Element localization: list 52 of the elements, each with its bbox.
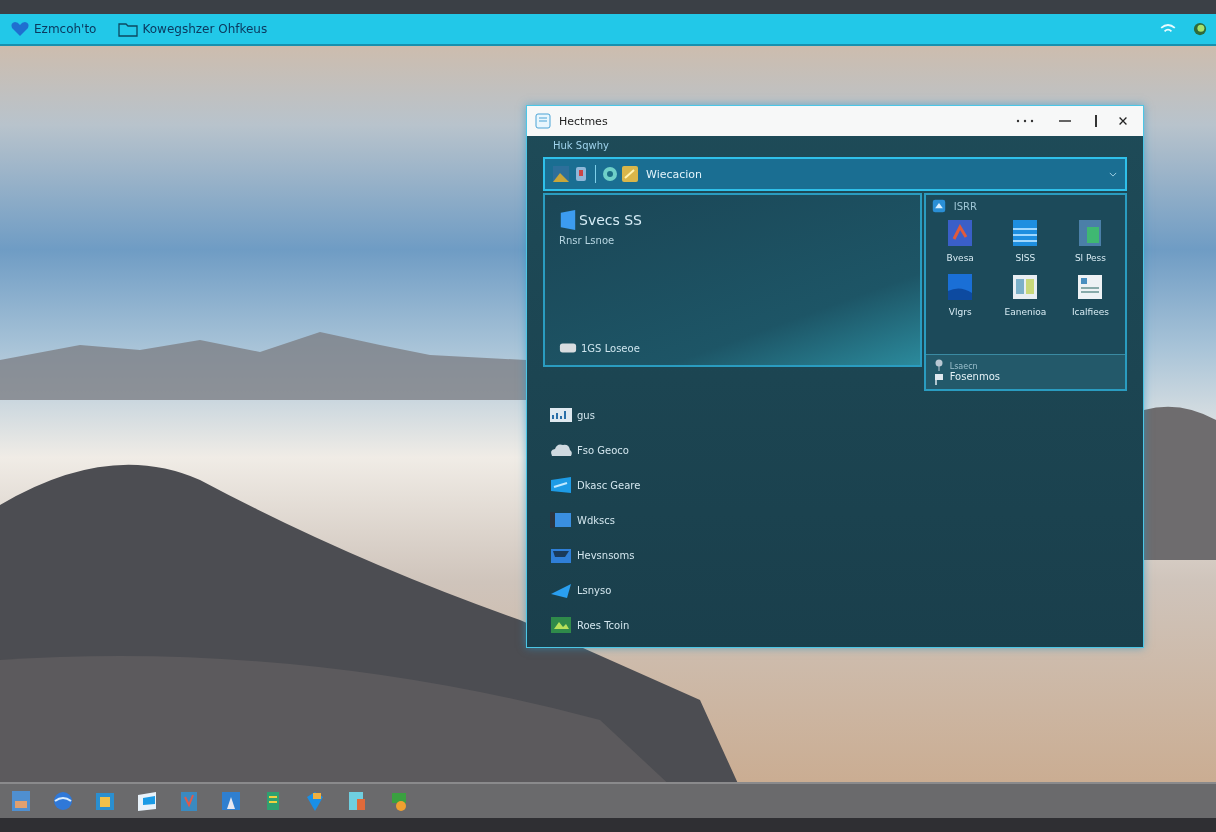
app-icon [946,273,975,301]
photo-icon [549,615,573,635]
footer-caption: Lsaecn [949,362,979,371]
globe-icon [51,789,75,813]
address-bar[interactable]: Wiecacion [543,157,1127,191]
list-item[interactable]: Fso Geoco [549,438,629,462]
list-item[interactable]: gus [549,403,595,427]
top-bar-item[interactable]: Kowegshzer Ohfkeus [116,19,270,39]
document-icon [549,475,573,495]
address-text: Wiecacion [646,167,703,181]
app-tile[interactable]: Vlgrs [927,271,993,319]
app-icon [1011,219,1040,247]
chart-icon [549,405,573,425]
more-icon [1015,118,1035,124]
app-tile[interactable]: SISS [992,217,1058,265]
photo-icon [219,789,243,813]
top-bar-item[interactable]: Ezmcoh'to [8,19,99,39]
list-item[interactable]: Wdkscs [549,508,615,532]
list-item[interactable]: Hevsnsoms [549,543,635,567]
globe-icon [602,166,618,182]
drive-icon [559,341,577,355]
pin-icon [933,359,944,371]
hero-title: Svecs SS [579,212,642,228]
list-item[interactable]: Lsnyso [549,578,612,602]
document-icon [535,113,551,129]
list-item[interactable]: Roes Tcoin [549,613,630,637]
panel-title: ISRR [953,200,977,212]
chevron-down-icon[interactable] [1109,171,1117,177]
panel-footer[interactable]: Lsaecn Fosenmos [925,354,1125,389]
app-icon [573,166,589,182]
list-item[interactable]: Dkasc Geare [549,473,641,497]
app-tile[interactable]: Sl Pess [1057,217,1123,265]
hero-subtitle: Rnsr Lsnoe [559,235,616,246]
window-icon [135,789,159,813]
app-icon [1076,273,1105,301]
app-icon [1011,273,1040,301]
heart-icon [10,21,30,37]
flag-icon [933,373,944,385]
footer-title: Fosenmos [949,371,1000,382]
window-title: Hectmes [559,114,608,128]
status-circle-icon[interactable] [1192,22,1208,36]
app-icon [9,789,33,813]
picture-icon [553,166,569,182]
close-icon [1117,115,1129,127]
app-tile[interactable]: Bvesa [927,217,993,265]
app-tile[interactable]: Eanenioa [992,271,1058,319]
app-tile[interactable]: Icalfiees [1057,271,1123,319]
storage-label: 1GS Loseoe [581,342,640,354]
section-label: Huk Sqwhy [552,140,610,153]
window-icon [549,510,573,530]
app-icon [946,219,975,247]
window-logo-icon [559,209,577,231]
